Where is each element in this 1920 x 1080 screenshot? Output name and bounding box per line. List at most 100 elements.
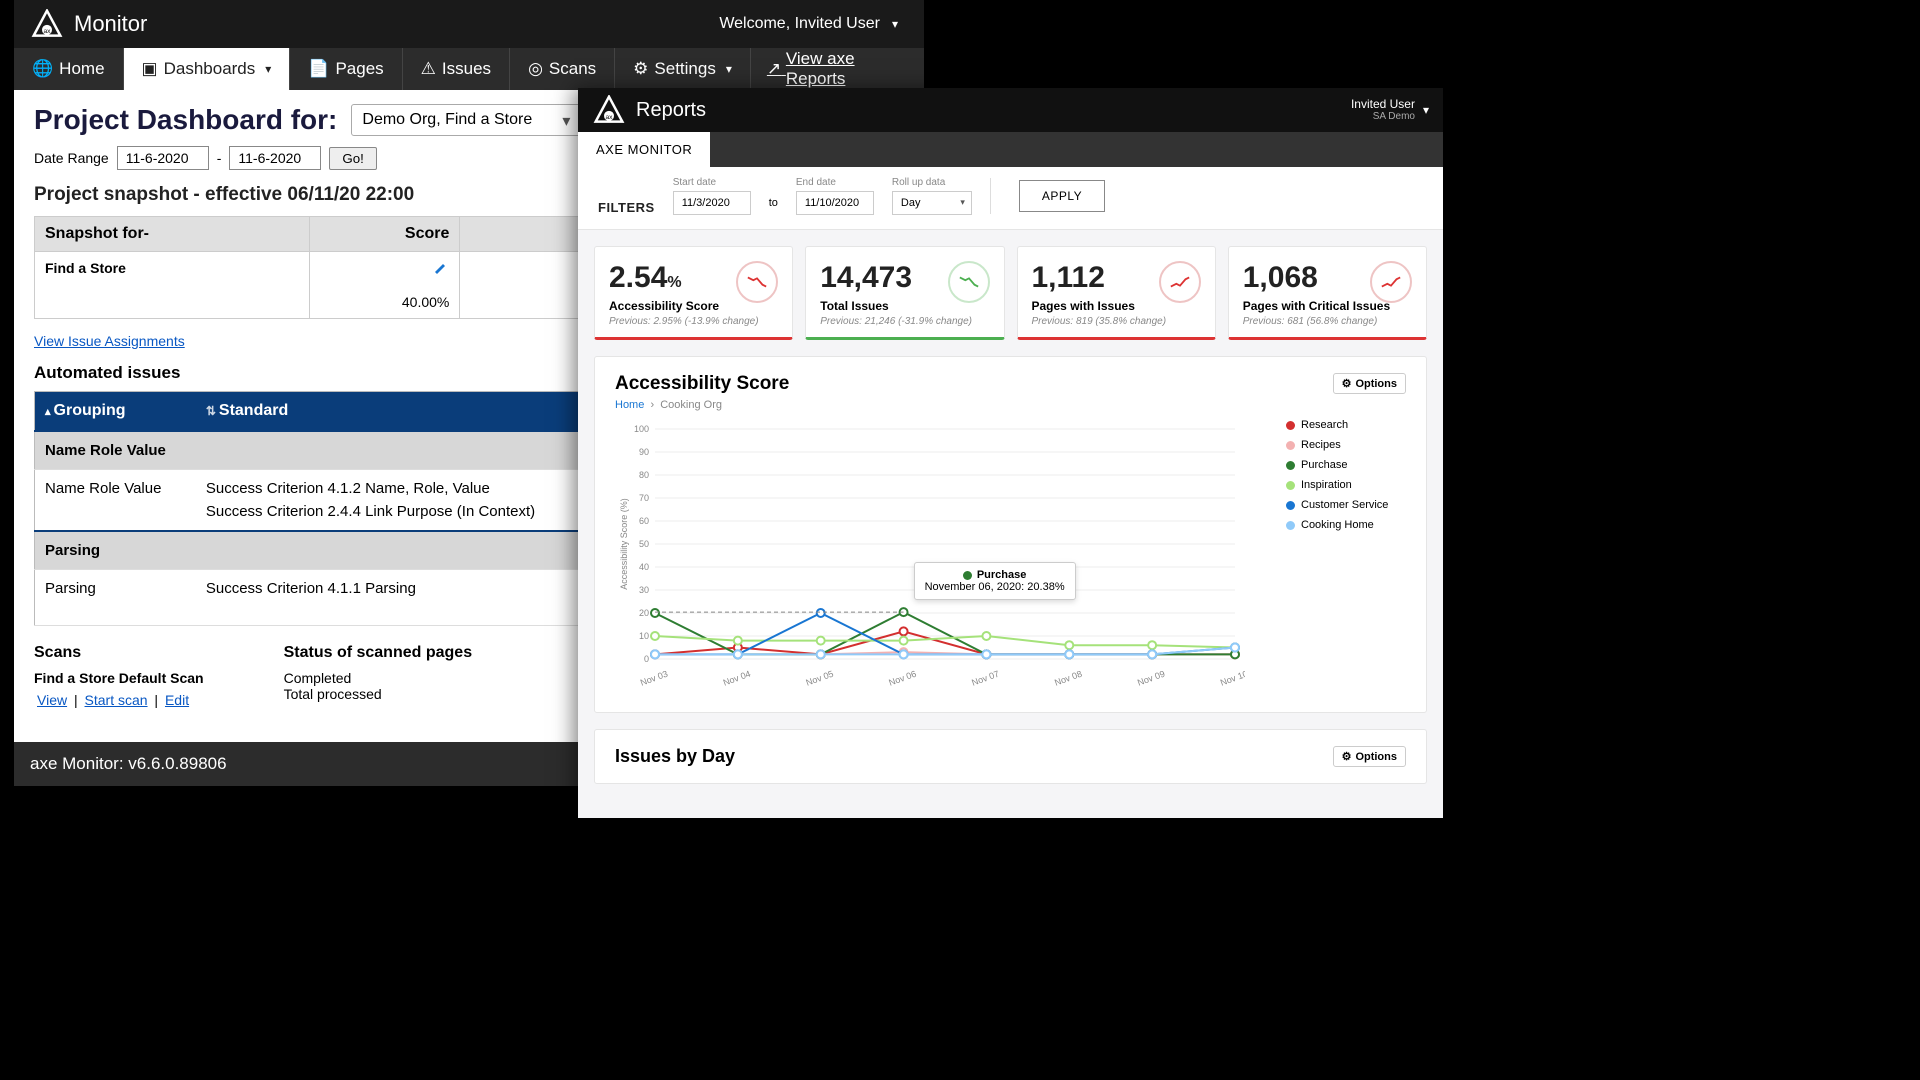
breadcrumb-home[interactable]: Home <box>615 399 644 411</box>
date-from-input[interactable] <box>117 146 209 170</box>
gear-icon: ⚙ <box>633 59 648 79</box>
trend-sparkline-icon <box>948 261 990 303</box>
nav-home[interactable]: 🌐 Home <box>14 48 124 90</box>
external-link-icon: ↗ <box>767 59 781 79</box>
scan-view-link[interactable]: View <box>37 692 67 708</box>
svg-text:10: 10 <box>639 631 649 641</box>
user-name: Invited User <box>1351 97 1415 111</box>
scan-status-completed: Completed <box>284 670 473 686</box>
breadcrumb-current: Cooking Org <box>660 399 722 411</box>
dashboard-icon: ▣ <box>142 59 158 79</box>
scan-start-link[interactable]: Start scan <box>85 692 148 708</box>
svg-text:60: 60 <box>639 516 649 526</box>
kpi-previous: Previous: 819 (35.8% change) <box>1032 316 1201 327</box>
welcome-dropdown[interactable]: Welcome, Invited User <box>719 15 908 33</box>
nav-dashboards-label: Dashboards <box>164 59 256 79</box>
reports-window: ax Reports Invited User SA Demo ▾ AXE MO… <box>578 88 1443 818</box>
svg-text:Nov 07: Nov 07 <box>970 669 1000 688</box>
rollup-label: Roll up data <box>892 177 972 188</box>
pages-icon: 📄 <box>308 59 329 79</box>
legend-item[interactable]: Purchase <box>1286 459 1406 471</box>
line-chart[interactable]: 0102030405060708090100Nov 03Nov 04Nov 05… <box>615 419 1245 689</box>
legend-item[interactable]: Cooking Home <box>1286 519 1406 531</box>
start-date-label: Start date <box>673 177 751 188</box>
breadcrumb: Home › Cooking Org <box>615 399 789 411</box>
snapshot-th-score[interactable]: Score <box>309 217 460 252</box>
project-select[interactable]: Demo Org, Find a Store <box>351 104 581 136</box>
target-icon: ◎ <box>528 59 543 79</box>
globe-icon: 🌐 <box>32 59 53 79</box>
svg-text:80: 80 <box>639 470 649 480</box>
reports-tabs: AXE MONITOR <box>578 132 1443 167</box>
scan-name: Find a Store Default Scan <box>34 670 204 686</box>
svg-text:ax: ax <box>605 114 613 121</box>
nav-issues[interactable]: ⚠ Issues <box>403 48 510 90</box>
trend-sparkline-icon <box>736 261 778 303</box>
kpi-card[interactable]: 2.54%Accessibility ScorePrevious: 2.95% … <box>594 246 793 340</box>
legend-dot-icon <box>1286 501 1295 510</box>
issues-th-grouping[interactable]: Grouping <box>35 392 196 432</box>
kpi-card[interactable]: 14,473Total IssuesPrevious: 21,246 (-31.… <box>805 246 1004 340</box>
legend-item[interactable]: Customer Service <box>1286 499 1406 511</box>
cell-grouping: Parsing <box>35 570 196 626</box>
monitor-header: ax Monitor Welcome, Invited User <box>14 0 924 48</box>
user-menu[interactable]: Invited User SA Demo ▾ <box>1351 97 1429 123</box>
snapshot-score-cell: 40.00% <box>309 252 460 319</box>
ax-logo-icon: ax <box>30 9 64 39</box>
user-org: SA Demo <box>1351 111 1415 123</box>
go-button[interactable]: Go! <box>329 147 376 170</box>
cell-grouping: Name Role Value <box>35 470 196 532</box>
svg-text:70: 70 <box>639 493 649 503</box>
monitor-brand: Monitor <box>74 11 147 37</box>
issues-options-button[interactable]: Options <box>1333 746 1406 767</box>
scan-status-section: Status of scanned pages Completed Total … <box>284 644 473 708</box>
legend-item[interactable]: Recipes <box>1286 439 1406 451</box>
reports-logo: ax Reports <box>592 95 706 125</box>
apply-button[interactable]: APPLY <box>1019 180 1105 212</box>
svg-text:ax: ax <box>43 28 51 35</box>
date-to-input[interactable] <box>229 146 321 170</box>
date-range-label: Date Range <box>34 150 109 166</box>
issues-th-standard[interactable]: Standard <box>196 392 608 432</box>
kpi-row: 2.54%Accessibility ScorePrevious: 2.95% … <box>578 230 1443 356</box>
gear-icon <box>1342 750 1352 763</box>
start-date-input[interactable] <box>673 191 751 215</box>
legend-item[interactable]: Inspiration <box>1286 479 1406 491</box>
svg-text:90: 90 <box>639 447 649 457</box>
svg-text:0: 0 <box>644 654 649 664</box>
welcome-text: Welcome, Invited User <box>719 15 880 33</box>
nav-scans[interactable]: ◎ Scans <box>510 48 615 90</box>
kpi-previous: Previous: 681 (56.8% change) <box>1243 316 1412 327</box>
chart-tooltip: Purchase November 06, 2020: 20.38% <box>914 562 1076 600</box>
end-date-input[interactable] <box>796 191 874 215</box>
issues-by-day-title: Issues by Day <box>615 746 735 767</box>
kpi-card[interactable]: 1,068Pages with Critical IssuesPrevious:… <box>1228 246 1427 340</box>
rollup-select[interactable]: Day <box>892 191 972 215</box>
chart-legend: Research Recipes Purchase Inspiration Custom… <box>1286 419 1406 692</box>
snapshot-th-name[interactable]: Snapshot for- <box>35 217 310 252</box>
legend-dot-icon <box>1286 521 1295 530</box>
date-to-label: to <box>769 197 778 215</box>
view-axe-reports-link[interactable]: ↗ View axe Reports <box>751 48 924 90</box>
legend-item[interactable]: Research <box>1286 419 1406 431</box>
trend-sparkline-icon <box>1159 261 1201 303</box>
legend-dot-icon <box>1286 461 1295 470</box>
kpi-card[interactable]: 1,112Pages with IssuesPrevious: 819 (35.… <box>1017 246 1216 340</box>
scan-status-total: Total processed <box>284 686 473 702</box>
svg-text:100: 100 <box>634 424 649 434</box>
page-title: Project Dashboard for: <box>34 104 337 136</box>
svg-text:Nov 09: Nov 09 <box>1136 669 1166 688</box>
nav-settings[interactable]: ⚙ Settings <box>615 48 751 90</box>
end-date-label: End date <box>796 177 874 188</box>
view-axe-reports-label: View axe Reports <box>786 49 908 89</box>
scan-edit-link[interactable]: Edit <box>165 692 189 708</box>
legend-dot-icon <box>1286 481 1295 490</box>
nav-settings-label: Settings <box>654 59 715 79</box>
nav-dashboards[interactable]: ▣ Dashboards <box>124 48 291 90</box>
nav-pages[interactable]: 📄 Pages <box>290 48 402 90</box>
chart-options-button[interactable]: Options <box>1333 373 1406 394</box>
nav-pages-label: Pages <box>335 59 383 79</box>
scan-status-heading: Status of scanned pages <box>284 644 473 662</box>
tab-axe-monitor[interactable]: AXE MONITOR <box>578 132 710 167</box>
accessibility-score-chart-card: Accessibility Score Home › Cooking Org O… <box>594 356 1427 713</box>
